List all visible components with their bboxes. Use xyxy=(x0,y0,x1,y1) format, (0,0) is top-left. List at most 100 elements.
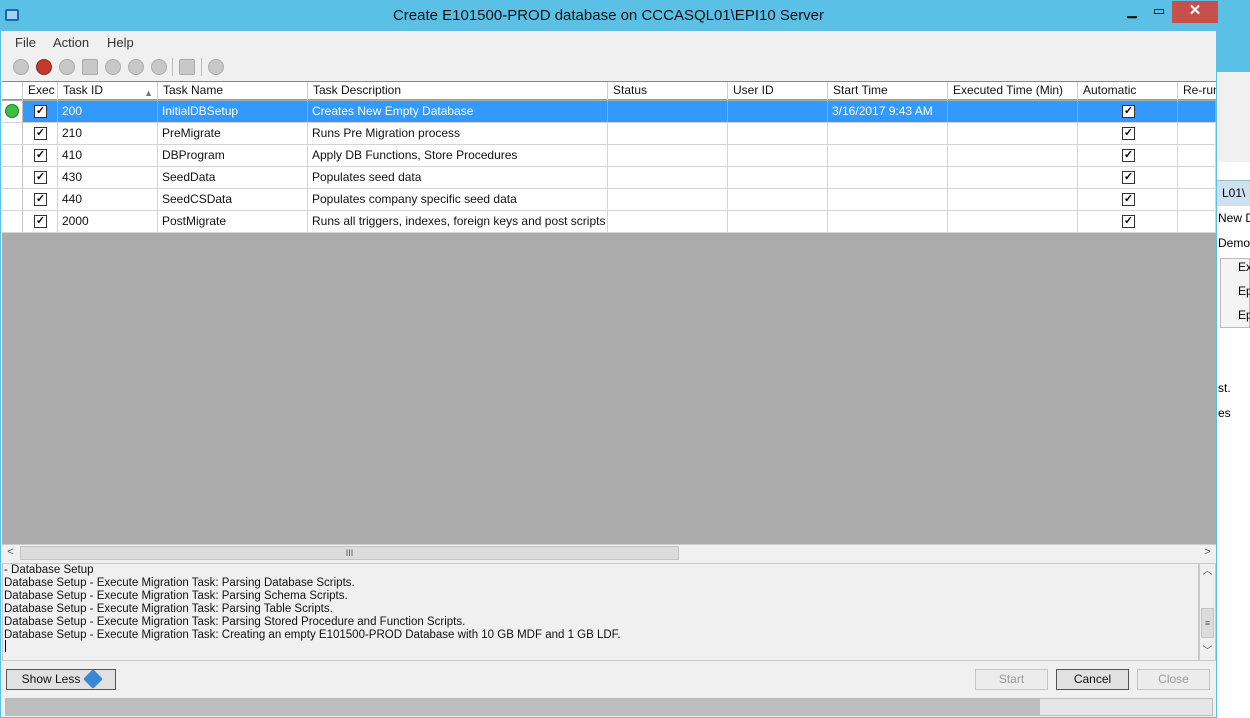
stop-icon[interactable] xyxy=(36,59,52,75)
close-button[interactable]: Close xyxy=(1137,669,1210,690)
cell-rerun xyxy=(1178,189,1216,210)
scroll-left-button[interactable]: < xyxy=(2,545,19,561)
cell-task-name: InitialDBSetup xyxy=(158,101,308,122)
automatic-checkbox[interactable]: ✓ xyxy=(1122,105,1135,118)
progress-bar-fill xyxy=(6,699,1040,715)
cell-executed-time xyxy=(948,211,1078,232)
scroll-down-button[interactable]: ﹀ xyxy=(1200,644,1215,660)
column-header-executed-time[interactable]: Executed Time (Min) xyxy=(948,82,1078,100)
log-line: Database Setup - Execute Migration Task:… xyxy=(4,616,466,628)
cell-automatic: ✓ xyxy=(1078,189,1178,210)
document-icon[interactable] xyxy=(82,59,98,75)
table-row[interactable]: ✓ 210 PreMigrate Runs Pre Migration process… xyxy=(2,123,1216,145)
exec-checkbox[interactable]: ✓ xyxy=(34,215,47,228)
automatic-checkbox[interactable]: ✓ xyxy=(1122,193,1135,206)
menu-file[interactable]: File xyxy=(15,35,36,50)
check-icon[interactable] xyxy=(105,59,121,75)
cell-task-id: 2000 xyxy=(58,211,158,232)
start-button[interactable]: Start xyxy=(975,669,1048,690)
horizontal-scroll-thumb[interactable]: III xyxy=(20,546,679,560)
menu-action[interactable]: Action xyxy=(53,35,89,50)
exec-checkbox[interactable]: ✓ xyxy=(34,105,47,118)
column-header-task-id[interactable]: Task ID ▲ xyxy=(58,82,158,100)
row-header[interactable] xyxy=(2,123,23,144)
cell-exec: ✓ xyxy=(23,101,58,122)
cell-task-name: SeedData xyxy=(158,167,308,188)
row-header[interactable] xyxy=(2,211,23,232)
cell-executed-time xyxy=(948,101,1078,122)
row-header-corner xyxy=(2,82,23,100)
row-header[interactable] xyxy=(2,167,23,188)
menu-help[interactable]: Help xyxy=(107,35,134,50)
toolbar xyxy=(1,54,1216,80)
show-less-button[interactable]: Show Less xyxy=(6,669,116,690)
row-header[interactable] xyxy=(2,145,23,166)
cell-task-id: 210 xyxy=(58,123,158,144)
scroll-right-button[interactable]: > xyxy=(1199,545,1216,561)
cell-automatic: ✓ xyxy=(1078,123,1178,144)
background-window-titlebar xyxy=(1216,0,1250,72)
cell-rerun xyxy=(1178,211,1216,232)
cell-start-time xyxy=(828,123,948,144)
column-header-rerun[interactable]: Re-run xyxy=(1178,82,1216,100)
scroll-up-button[interactable]: ︿ xyxy=(1200,564,1215,580)
cell-automatic: ✓ xyxy=(1078,167,1178,188)
exec-checkbox[interactable]: ✓ xyxy=(34,193,47,206)
column-header-exec[interactable]: Exec xyxy=(23,82,58,100)
background-text: Ep xyxy=(1238,284,1250,298)
exec-checkbox[interactable]: ✓ xyxy=(34,149,47,162)
cell-status xyxy=(608,189,728,210)
refresh-icon[interactable] xyxy=(128,59,144,75)
table-row[interactable]: ✓ 200 InitialDBSetup Creates New Empty Data… xyxy=(2,101,1216,123)
column-header-start-time[interactable]: Start Time xyxy=(828,82,948,100)
column-header-task-description[interactable]: Task Description xyxy=(308,82,608,100)
cell-executed-time xyxy=(948,145,1078,166)
automatic-checkbox[interactable]: ✓ xyxy=(1122,149,1135,162)
automatic-checkbox[interactable]: ✓ xyxy=(1122,127,1135,140)
cell-start-time xyxy=(828,167,948,188)
title-bar[interactable]: Create E101500-PROD database on CCCASQL0… xyxy=(1,1,1218,31)
export-icon[interactable] xyxy=(179,59,195,75)
automatic-checkbox[interactable]: ✓ xyxy=(1122,215,1135,228)
cell-rerun xyxy=(1178,145,1216,166)
vertical-scroll-thumb[interactable]: ≡ xyxy=(1201,608,1214,638)
cell-exec: ✓ xyxy=(23,145,58,166)
cell-task-name: PostMigrate xyxy=(158,211,308,232)
cancel-button[interactable]: Cancel xyxy=(1056,669,1129,690)
cell-description: Apply DB Functions, Store Procedures xyxy=(308,145,608,166)
column-header-status[interactable]: Status xyxy=(608,82,728,100)
row-header[interactable] xyxy=(2,101,23,122)
log-line: Database Setup - Execute Migration Task:… xyxy=(4,629,621,641)
background-text: Exi xyxy=(1238,260,1250,274)
info-icon[interactable] xyxy=(151,59,167,75)
cell-exec: ✓ xyxy=(23,189,58,210)
maximize-button[interactable]: ▭ xyxy=(1146,1,1172,23)
settings-icon[interactable] xyxy=(208,59,224,75)
row-header[interactable] xyxy=(2,189,23,210)
column-header-task-name[interactable]: Task Name xyxy=(158,82,308,100)
cell-automatic: ✓ xyxy=(1078,211,1178,232)
minimize-button[interactable]: ▁ xyxy=(1118,1,1146,23)
log-vertical-scrollbar[interactable]: ︿ ≡ ﹀ xyxy=(1199,563,1216,661)
cell-task-id: 200 xyxy=(58,101,158,122)
table-row[interactable]: ✓ 2000 PostMigrate Runs all triggers, index… xyxy=(2,211,1216,233)
log-output[interactable]: - Database Setup Database Setup - Execut… xyxy=(2,563,1199,661)
exec-checkbox[interactable]: ✓ xyxy=(34,127,47,140)
cell-user-id xyxy=(728,189,828,210)
toolbar-separator xyxy=(201,58,202,76)
horizontal-scrollbar[interactable]: < III > xyxy=(2,544,1216,561)
table-row[interactable]: ✓ 440 SeedCSData Populates company specific… xyxy=(2,189,1216,211)
close-window-button[interactable]: ✕ xyxy=(1172,1,1218,23)
cell-start-time: 3/16/2017 9:43 AM xyxy=(828,101,948,122)
table-row[interactable]: ✓ 430 SeedData Populates seed data ✓ xyxy=(2,167,1216,189)
exec-checkbox[interactable]: ✓ xyxy=(34,171,47,184)
gear-icon[interactable] xyxy=(59,59,75,75)
play-icon[interactable] xyxy=(13,59,29,75)
column-header-user-id[interactable]: User ID xyxy=(728,82,828,100)
automatic-checkbox[interactable]: ✓ xyxy=(1122,171,1135,184)
grid-header: Exec Task ID ▲ Task Name Task Descriptio… xyxy=(2,82,1216,100)
background-text: Ep xyxy=(1238,308,1250,322)
background-text: es xyxy=(1218,406,1231,420)
table-row[interactable]: ✓ 410 DBProgram Apply DB Functions, Store P… xyxy=(2,145,1216,167)
column-header-automatic[interactable]: Automatic xyxy=(1078,82,1178,100)
